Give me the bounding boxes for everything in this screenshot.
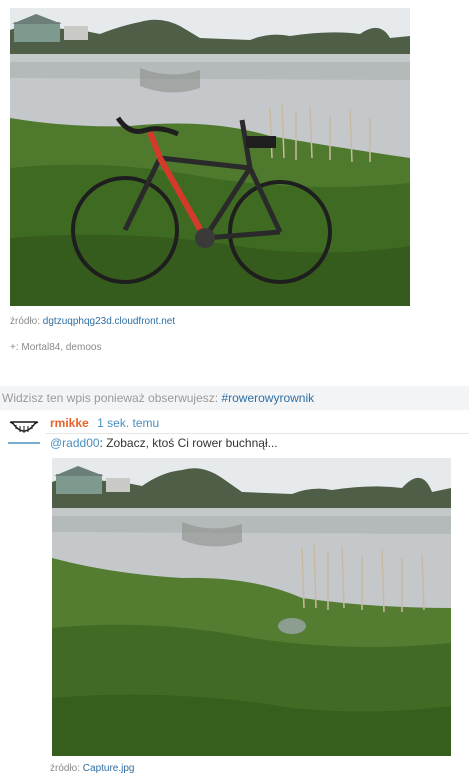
comment-image-lake[interactable]: [52, 458, 451, 756]
mention-link[interactable]: @radd00: [50, 436, 100, 450]
comment-source-label: źródło:: [50, 763, 81, 774]
smiley-avatar-icon: [8, 416, 40, 446]
comment-time-link[interactable]: 1 sek. temu: [97, 416, 159, 430]
avatar[interactable]: [8, 416, 40, 446]
source-label: źródło:: [10, 316, 41, 327]
comment-divider: [46, 433, 469, 434]
plus-voters-line: +: Mortal84, demoos: [10, 342, 101, 353]
plus-prefix: +:: [10, 342, 19, 353]
plus-voters-names[interactable]: Mortal84, demoos: [21, 342, 101, 353]
lake-photo: [52, 458, 451, 756]
source-link[interactable]: dgtzuqphqg23d.cloudfront.net: [43, 316, 175, 327]
observe-tag-link[interactable]: #rowerowyrownik: [221, 391, 314, 405]
comment-header: rmikke 1 sek. temu: [50, 414, 159, 432]
post-source-line: źródło: dgtzuqphqg23d.cloudfront.net: [10, 316, 175, 327]
comment-body: @radd00: Zobacz, ktoś Ci rower buchnął..…: [50, 436, 278, 450]
post-image-bike[interactable]: [10, 8, 410, 306]
comment-author-link[interactable]: rmikke: [50, 416, 89, 430]
comment-text: : Zobacz, ktoś Ci rower buchnął...: [99, 436, 278, 450]
observe-text: Widzisz ten wpis ponieważ obserwujesz:: [2, 391, 219, 405]
comment-source-line: źródło: Capture.jpg: [50, 763, 135, 774]
comment-source-link[interactable]: Capture.jpg: [83, 763, 135, 774]
bike-photo: [10, 8, 410, 306]
observe-notice-bar: Widzisz ten wpis ponieważ obserwujesz: #…: [0, 386, 469, 410]
